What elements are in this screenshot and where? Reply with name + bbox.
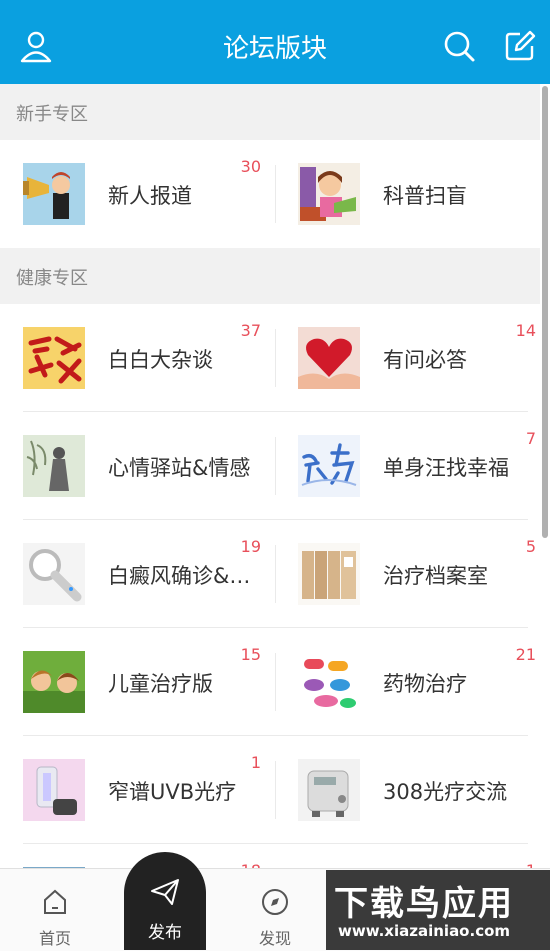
section-header-newbie: 新手专区 bbox=[0, 84, 540, 140]
forum-item[interactable]: 药物治疗 21 bbox=[275, 628, 550, 736]
forum-item[interactable]: 有问必答 14 bbox=[275, 304, 550, 412]
post-button[interactable]: 发布 bbox=[124, 852, 206, 950]
forum-name: 单身汪找幸福 bbox=[383, 456, 509, 480]
yuanfen-text-icon bbox=[298, 435, 360, 497]
post-count-badge: 30 bbox=[240, 157, 261, 176]
watermark-title: 下载鸟应用 bbox=[334, 884, 514, 924]
post-count-badge: 5 bbox=[525, 537, 536, 556]
post-count-badge: 15 bbox=[240, 645, 261, 664]
column-divider bbox=[275, 329, 276, 387]
forum-name: 白白大杂谈 bbox=[108, 348, 213, 372]
forum-name: 治疗档案室 bbox=[383, 564, 488, 588]
compass-icon bbox=[262, 889, 288, 915]
column-divider bbox=[275, 653, 276, 711]
forum-name: 308光疗交流 bbox=[383, 780, 508, 804]
post-count-badge: 7 bbox=[525, 429, 536, 448]
column-divider bbox=[275, 545, 276, 603]
tree-figure-icon bbox=[23, 435, 85, 497]
forum-item[interactable]: 治疗档案室 5 bbox=[275, 520, 550, 628]
watermark-url: www.xiazainiao.com bbox=[338, 922, 511, 940]
post-label: 发布 bbox=[148, 923, 182, 943]
column-divider bbox=[275, 165, 276, 223]
uvb-lamp-icon bbox=[23, 759, 85, 821]
forum-name: 有问必答 bbox=[383, 348, 467, 372]
forum-item[interactable]: 窄谱UVB光疗 1 bbox=[0, 736, 275, 844]
forum-name: 窄谱UVB光疗 bbox=[108, 780, 237, 804]
tab-label: 首页 bbox=[38, 929, 71, 948]
children-icon bbox=[23, 651, 85, 713]
forum-item[interactable]: 白白大杂谈 37 bbox=[0, 304, 275, 412]
heart-hands-icon bbox=[298, 327, 360, 389]
laser-machine-icon bbox=[298, 759, 360, 821]
pills-icon bbox=[298, 651, 360, 713]
forum-item[interactable]: 科普扫盲 bbox=[275, 140, 550, 248]
tab-home[interactable]: 首页 bbox=[15, 887, 95, 949]
section-title: 新手专区 bbox=[16, 104, 88, 125]
megaphone-man-icon bbox=[23, 163, 85, 225]
reading-girl-icon bbox=[298, 163, 360, 225]
forum-name: 科普扫盲 bbox=[383, 184, 467, 208]
magnifier-lamp-icon bbox=[23, 543, 85, 605]
post-count-badge: 21 bbox=[515, 645, 536, 664]
post-count-badge: 1 bbox=[250, 753, 261, 772]
forum-item[interactable]: 白癜风确诊&症状 19 bbox=[0, 520, 275, 628]
search-icon[interactable] bbox=[441, 28, 477, 64]
post-count-badge: 37 bbox=[240, 321, 261, 340]
forum-name: 儿童治疗版 bbox=[108, 672, 213, 696]
forum-item[interactable]: 儿童治疗版 15 bbox=[0, 628, 275, 736]
home-icon bbox=[44, 889, 66, 914]
calligraphy-icon bbox=[23, 327, 85, 389]
tab-discover[interactable]: 发现 bbox=[235, 887, 315, 949]
compose-icon[interactable] bbox=[502, 28, 538, 64]
forum-name: 药物治疗 bbox=[383, 672, 467, 696]
column-divider bbox=[275, 437, 276, 495]
forum-item[interactable]: 心情驿站&情感 bbox=[0, 412, 275, 520]
scrollbar[interactable] bbox=[542, 86, 548, 538]
file-boxes-icon bbox=[298, 543, 360, 605]
section-title: 健康专区 bbox=[16, 268, 88, 289]
forum-item[interactable]: 单身汪找幸福 7 bbox=[275, 412, 550, 520]
forum-name: 新人报道 bbox=[108, 184, 192, 208]
paper-plane-icon bbox=[151, 879, 179, 905]
forum-item[interactable]: 308光疗交流 bbox=[275, 736, 550, 844]
forum-name: 白癜风确诊&症状 bbox=[108, 564, 268, 588]
forum-name: 心情驿站&情感 bbox=[108, 456, 251, 480]
app-header: 论坛版块 bbox=[0, 0, 550, 84]
watermark: 下载鸟应用 www.xiazainiao.com bbox=[326, 870, 550, 950]
forum-item[interactable]: 新人报道 30 bbox=[0, 140, 275, 248]
section-header-health: 健康专区 bbox=[0, 248, 540, 304]
tab-label: 发现 bbox=[258, 929, 291, 948]
column-divider bbox=[275, 761, 276, 819]
post-count-badge: 19 bbox=[240, 537, 261, 556]
post-count-badge: 14 bbox=[515, 321, 536, 340]
